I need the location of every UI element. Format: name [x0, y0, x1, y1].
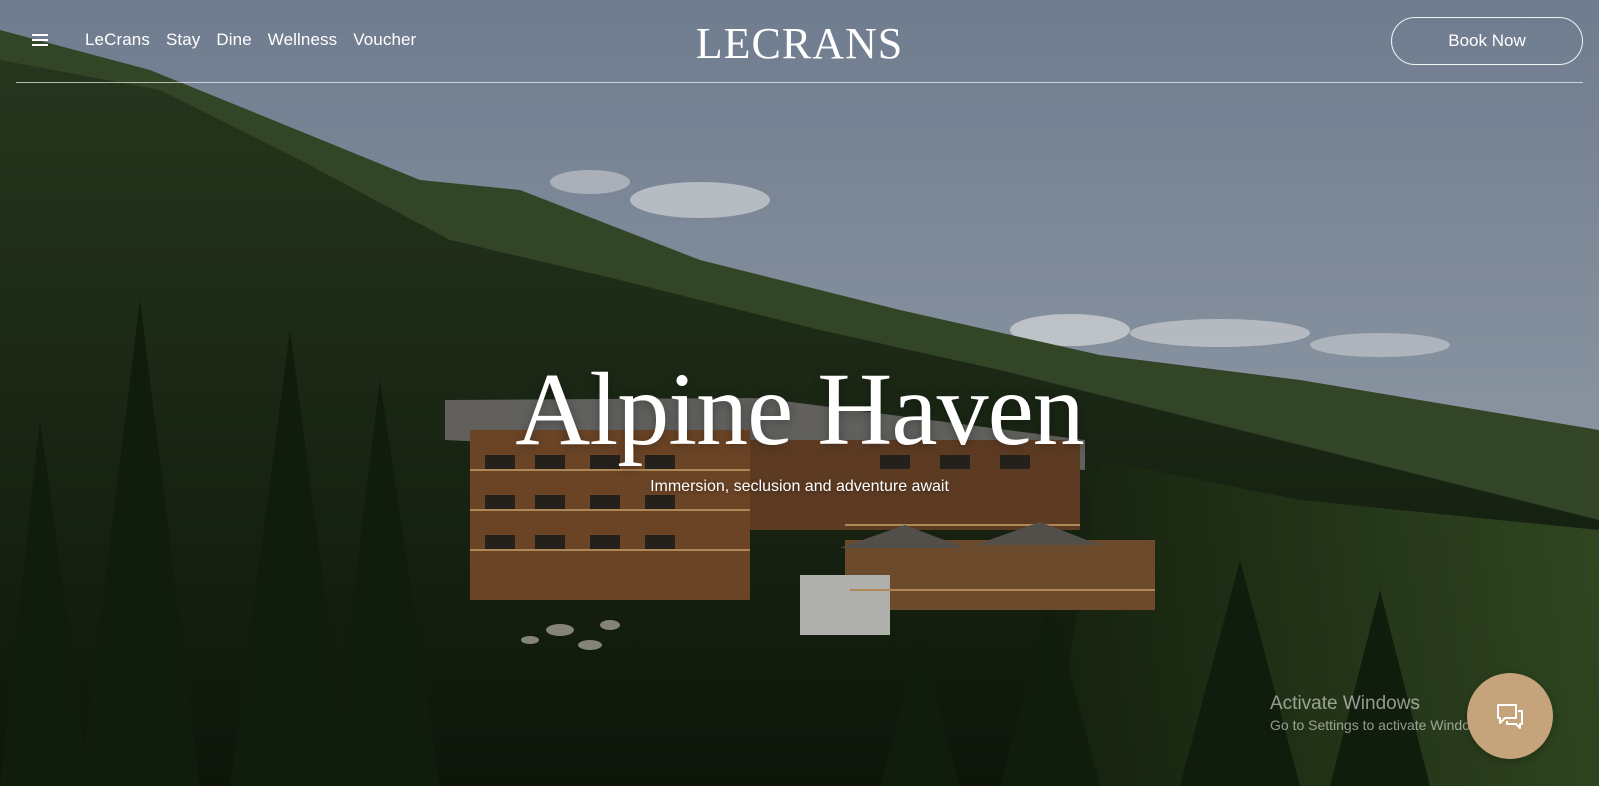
watermark-title: Activate Windows [1270, 693, 1420, 714]
windows-activation-watermark: Activate Windows Go to Settings to activ… [1270, 693, 1491, 733]
watermark-subtitle: Go to Settings to activate Windows. [1270, 717, 1491, 733]
brand-logo[interactable]: LECRANS [16, 18, 1583, 69]
hero-subtitle: Immersion, seclusion and adventure await [650, 478, 949, 495]
book-now-button[interactable]: Book Now [1391, 17, 1583, 65]
hero-section: LeCrans Stay Dine Wellness Voucher LECRA… [0, 0, 1599, 786]
site-header: LeCrans Stay Dine Wellness Voucher LECRA… [16, 0, 1583, 83]
hero-title: Alpine Haven [515, 352, 1084, 467]
chat-bubble-icon [1497, 704, 1523, 729]
chat-button[interactable] [1467, 673, 1553, 759]
